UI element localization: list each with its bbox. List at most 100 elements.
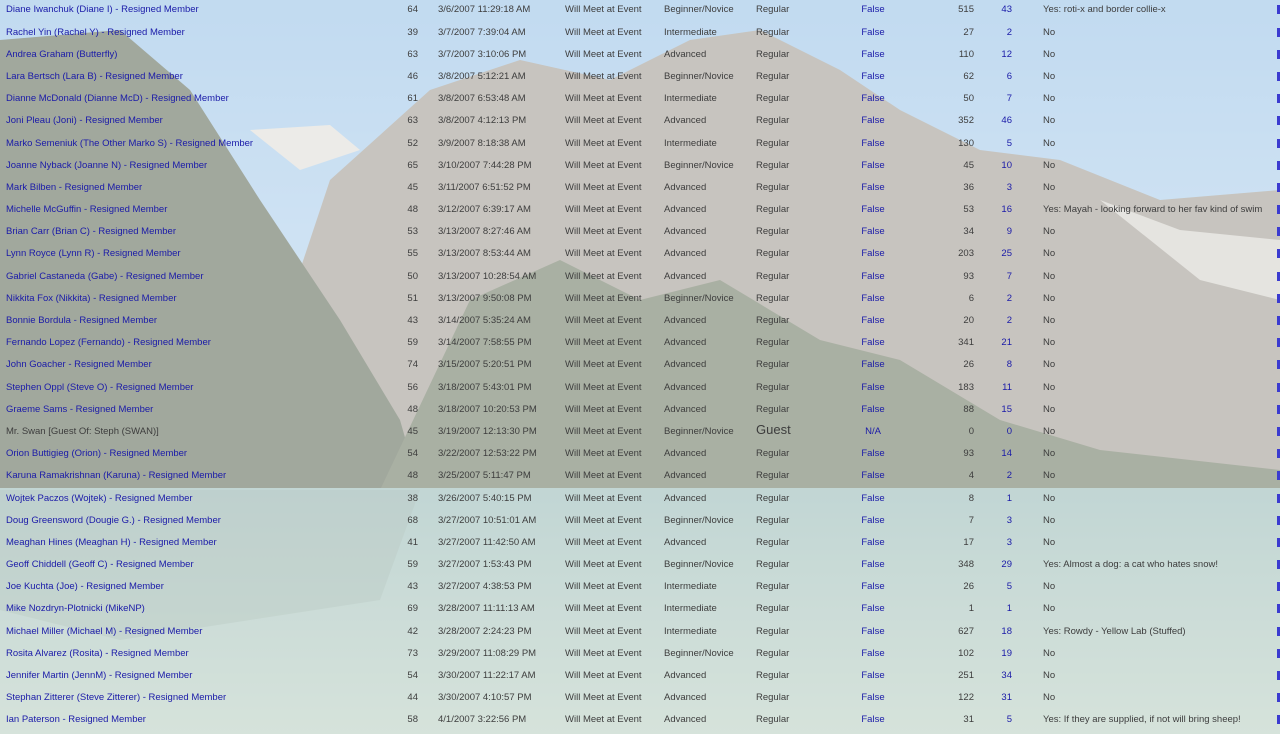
flag-link[interactable]: False [850,49,896,61]
flag-link[interactable]: False [850,27,896,39]
flag-link[interactable]: False [850,493,896,505]
flag-link[interactable]: False [850,470,896,482]
member-name-link[interactable]: Orion Buttigieg (Orion) - Resigned Membe… [6,448,187,460]
count-link[interactable]: 15 [990,404,1012,416]
flag-link[interactable]: False [850,559,896,571]
member-name-link[interactable]: Rosita Alvarez (Rosita) - Resigned Membe… [6,648,189,660]
count-link[interactable]: 5 [990,138,1012,150]
flag-link[interactable]: False [850,337,896,349]
count-link[interactable]: 3 [990,537,1012,549]
flag-link[interactable]: False [850,714,896,726]
member-name-link[interactable]: Jennifer Martin (JennM) - Resigned Membe… [6,670,192,682]
flag-link[interactable]: False [850,315,896,327]
member-name-link[interactable]: Joe Kuchta (Joe) - Resigned Member [6,581,164,593]
member-name-link[interactable]: Meaghan Hines (Meaghan H) - Resigned Mem… [6,537,217,549]
flag-link[interactable]: False [850,537,896,549]
count-link[interactable]: 43 [990,4,1012,16]
flag-link[interactable]: False [850,93,896,105]
member-name-link[interactable]: Joni Pleau (Joni) - Resigned Member [6,115,163,127]
member-name-link[interactable]: Michael Miller (Michael M) - Resigned Me… [6,626,202,638]
member-name-link[interactable]: Karuna Ramakrishnan (Karuna) - Resigned … [6,470,226,482]
member-name-link[interactable]: Gabriel Castaneda (Gabe) - Resigned Memb… [6,271,203,283]
count-link[interactable]: 7 [990,271,1012,283]
member-name-link[interactable]: Michelle McGuffin - Resigned Member [6,204,167,216]
flag-link[interactable]: False [850,248,896,260]
count-link[interactable]: 18 [990,626,1012,638]
count-link[interactable]: 0 [990,426,1012,438]
flag-link[interactable]: False [850,626,896,638]
flag-link[interactable]: False [850,404,896,416]
member-name-link[interactable]: Diane Iwanchuk (Diane I) - Resigned Memb… [6,4,199,16]
member-name-link[interactable]: Ian Paterson - Resigned Member [6,714,146,726]
member-name-link[interactable]: Brian Carr (Brian C) - Resigned Member [6,226,176,238]
count-link[interactable]: 46 [990,115,1012,127]
count-link[interactable]: 12 [990,49,1012,61]
flag-link[interactable]: False [850,115,896,127]
count-link[interactable]: 14 [990,448,1012,460]
member-name-link: Mr. Swan [Guest Of: Steph (SWAN)] [6,426,159,437]
flag-link[interactable]: False [850,581,896,593]
flag-link[interactable]: False [850,692,896,704]
count-link[interactable]: 7 [990,93,1012,105]
count-link[interactable]: 1 [990,603,1012,615]
member-name-link[interactable]: Doug Greensword (Dougie G.) - Resigned M… [6,515,221,527]
member-name-link[interactable]: Rachel Yin (Rachel Y) - Resigned Member [6,27,185,39]
count-link[interactable]: 11 [990,382,1012,394]
flag-link[interactable]: False [850,226,896,238]
count-link[interactable]: 3 [990,182,1012,194]
member-name-link[interactable]: Mark Bilben - Resigned Member [6,182,142,194]
member-name-link[interactable]: Andrea Graham (Butterfly) [6,49,117,61]
count-link[interactable]: 2 [990,470,1012,482]
flag-link[interactable]: False [850,382,896,394]
count-link[interactable]: 9 [990,226,1012,238]
member-name-link[interactable]: Joanne Nyback (Joanne N) - Resigned Memb… [6,160,207,172]
count-link[interactable]: 1 [990,493,1012,505]
count-link[interactable]: 5 [990,714,1012,726]
flag-link[interactable]: False [850,648,896,660]
flag-link[interactable]: N/A [850,426,896,438]
count-link[interactable]: 34 [990,670,1012,682]
count-link[interactable]: 2 [990,293,1012,305]
member-name-link[interactable]: John Goacher - Resigned Member [6,359,152,371]
flag-link[interactable]: False [850,670,896,682]
count-link[interactable]: 16 [990,204,1012,216]
member-name-link[interactable]: Fernando Lopez (Fernando) - Resigned Mem… [6,337,211,349]
count-link[interactable]: 25 [990,248,1012,260]
count-link[interactable]: 3 [990,515,1012,527]
count-link[interactable]: 21 [990,337,1012,349]
member-name-link[interactable]: Wojtek Paczos (Wojtek) - Resigned Member [6,493,193,505]
flag-link[interactable]: False [850,293,896,305]
flag-link[interactable]: False [850,271,896,283]
member-name-link[interactable]: Dianne McDonald (Dianne McD) - Resigned … [6,93,229,105]
member-name-link[interactable]: Mike Nozdryn-Plotnicki (MikeNP) [6,603,145,615]
member-name-link[interactable]: Graeme Sams - Resigned Member [6,404,153,416]
count-link[interactable]: 19 [990,648,1012,660]
member-name-link[interactable]: Nikkita Fox (Nikkita) - Resigned Member [6,293,177,305]
count-link[interactable]: 5 [990,581,1012,593]
member-name-link[interactable]: Bonnie Bordula - Resigned Member [6,315,157,327]
flag-link[interactable]: False [850,160,896,172]
flag-link[interactable]: False [850,204,896,216]
member-name-link[interactable]: Lara Bertsch (Lara B) - Resigned Member [6,71,183,83]
count-link[interactable]: 31 [990,692,1012,704]
member-name-link[interactable]: Geoff Chiddell (Geoff C) - Resigned Memb… [6,559,194,571]
flag-link[interactable]: False [850,515,896,527]
count-link[interactable]: 2 [990,27,1012,39]
count-link[interactable]: 29 [990,559,1012,571]
count-link[interactable]: 2 [990,315,1012,327]
flag-link[interactable]: False [850,182,896,194]
member-name-link[interactable]: Marko Semeniuk (The Other Marko S) - Res… [6,138,253,150]
flag-link[interactable]: False [850,4,896,16]
member-name-link[interactable]: Lynn Royce (Lynn R) - Resigned Member [6,248,181,260]
attendance-cell: Will Meet at Event [565,493,642,504]
flag-link[interactable]: False [850,359,896,371]
flag-link[interactable]: False [850,603,896,615]
count-link[interactable]: 10 [990,160,1012,172]
flag-link[interactable]: False [850,71,896,83]
member-name-link[interactable]: Stephen Oppl (Steve O) - Resigned Member [6,382,193,394]
count-link[interactable]: 6 [990,71,1012,83]
flag-link[interactable]: False [850,448,896,460]
flag-link[interactable]: False [850,138,896,150]
member-name-link[interactable]: Stephan Zitterer (Steve Zitterer) - Resi… [6,692,226,704]
count-link[interactable]: 8 [990,359,1012,371]
